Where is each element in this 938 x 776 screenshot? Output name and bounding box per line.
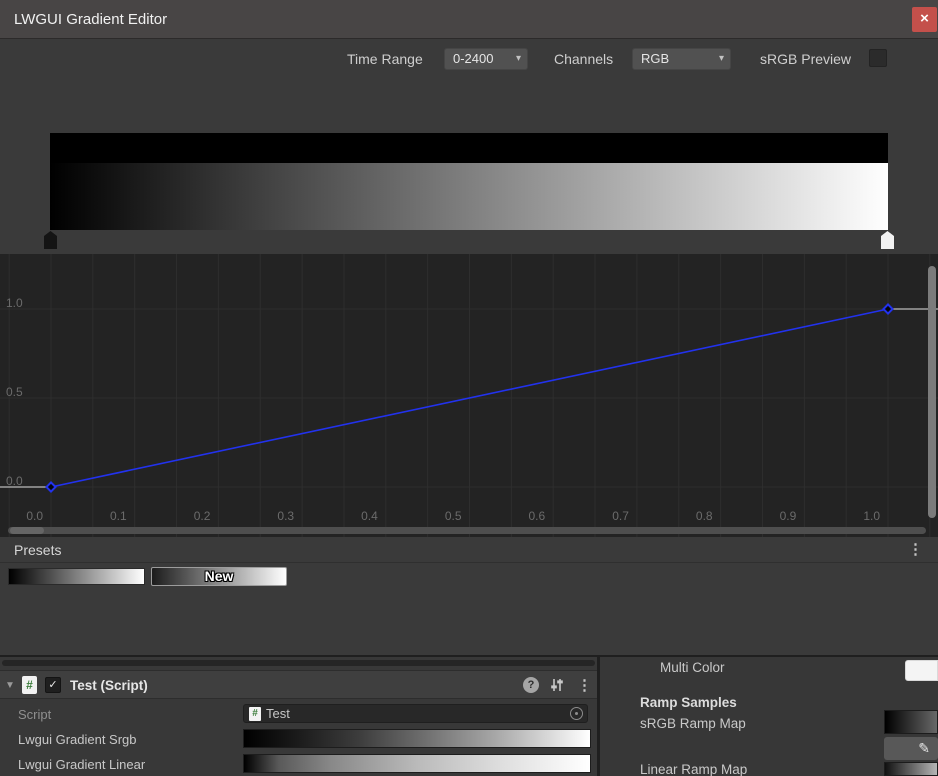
x-tick-label: 1.0: [840, 509, 880, 523]
lwgui-gradient-editor-window: LWGUI Gradient Editor × Time Range 0-240…: [0, 0, 938, 776]
title-bar: LWGUI Gradient Editor ×: [0, 0, 938, 39]
component-enabled-checkbox[interactable]: ✓: [45, 677, 61, 693]
channels-value: RGB: [641, 51, 669, 66]
component-title: Test (Script): [70, 671, 148, 700]
chevron-down-icon: ▾: [719, 49, 724, 69]
x-tick-label: 0.1: [87, 509, 127, 523]
presets-header: Presets ⋮: [0, 537, 938, 563]
gradient-key-white[interactable]: [881, 231, 894, 249]
time-range-dropdown[interactable]: 0-2400 ▾: [444, 48, 528, 70]
gradient-color-band[interactable]: [50, 163, 888, 230]
srgb-ramp-map-label: sRGB Ramp Map: [640, 714, 746, 734]
presets-sliders-icon[interactable]: [549, 677, 565, 693]
x-tick-label: 0.0: [3, 509, 43, 523]
csharp-script-icon: #: [22, 676, 37, 694]
curve-plot: [0, 254, 938, 537]
channels-label: Channels: [554, 48, 613, 70]
curve-key-point[interactable]: [46, 482, 55, 491]
object-picker-icon[interactable]: [570, 707, 583, 720]
x-tick-label: 0.3: [254, 509, 294, 523]
srgb-ramp-thumbnail[interactable]: [884, 710, 938, 734]
preset-new-label: New: [205, 568, 234, 584]
y-tick-label: 0.5: [6, 385, 23, 399]
script-object-value: Test: [266, 705, 290, 722]
horizontal-scrollbar[interactable]: [8, 527, 926, 534]
multi-color-label: Multi Color: [660, 658, 725, 678]
x-tick-label: 0.8: [673, 509, 713, 523]
linear-ramp-thumbnail[interactable]: [884, 762, 938, 776]
pencil-icon: ✎: [918, 740, 938, 756]
gradient-key-black[interactable]: [44, 231, 57, 249]
script-row-label: Script: [18, 705, 51, 724]
chevron-down-icon: ▾: [516, 49, 521, 69]
multi-color-swatch[interactable]: [905, 660, 938, 681]
edit-ramp-button[interactable]: ✎: [884, 737, 938, 760]
window-title: LWGUI Gradient Editor: [14, 0, 167, 39]
curve-key-point[interactable]: [883, 304, 892, 313]
csharp-script-icon: #: [249, 707, 261, 721]
gradient-linear-field[interactable]: [243, 754, 591, 773]
x-tick-label: 0.2: [170, 509, 210, 523]
gradient-linear-label: Lwgui Gradient Linear: [18, 755, 145, 774]
gradient-preview-bar[interactable]: [50, 133, 888, 230]
time-range-label: Time Range: [347, 48, 423, 70]
x-tick-label: 0.7: [589, 509, 629, 523]
component-header[interactable]: ▼ # ✓ Test (Script) ? ⋮: [0, 670, 597, 699]
preset-gradient-swatch[interactable]: [8, 568, 145, 585]
x-tick-label: 0.9: [756, 509, 796, 523]
preset-new-swatch[interactable]: New: [151, 567, 287, 586]
x-tick-label: 0.6: [505, 509, 545, 523]
channels-dropdown[interactable]: RGB ▾: [632, 48, 731, 70]
y-tick-label: 0.0: [6, 474, 23, 488]
x-tick-label: 0.5: [422, 509, 462, 523]
presets-title: Presets: [14, 537, 61, 563]
vertical-scrollbar[interactable]: [928, 266, 936, 518]
close-icon[interactable]: ×: [912, 7, 937, 32]
component-menu-icon[interactable]: ⋮: [577, 671, 592, 700]
help-icon[interactable]: ?: [523, 677, 539, 693]
srgb-preview-checkbox[interactable]: [869, 49, 887, 67]
foldout-triangle-icon[interactable]: ▼: [5, 671, 15, 700]
curve-editor[interactable]: 0.0 0.1 0.2 0.3 0.4 0.5 0.6 0.7 0.8 0.9 1.0 1.0 0.5 0…: [0, 254, 938, 537]
presets-menu-icon[interactable]: ⋮: [908, 537, 923, 563]
ramp-samples-heading: Ramp Samples: [640, 693, 737, 713]
script-object-field[interactable]: # Test: [243, 704, 588, 723]
x-tick-label: 0.4: [338, 509, 378, 523]
gradient-alpha-band[interactable]: [50, 133, 888, 163]
horizontal-scrollbar-thumb[interactable]: [10, 527, 44, 534]
gradient-srgb-field[interactable]: [243, 729, 591, 748]
srgb-preview-label: sRGB Preview: [760, 48, 851, 70]
gradient-srgb-label: Lwgui Gradient Srgb: [18, 730, 137, 749]
inspector-top-scrollbar[interactable]: [2, 660, 595, 666]
linear-ramp-map-label: Linear Ramp Map: [640, 760, 747, 776]
time-range-value: 0-2400: [453, 51, 493, 66]
y-tick-label: 1.0: [6, 296, 23, 310]
